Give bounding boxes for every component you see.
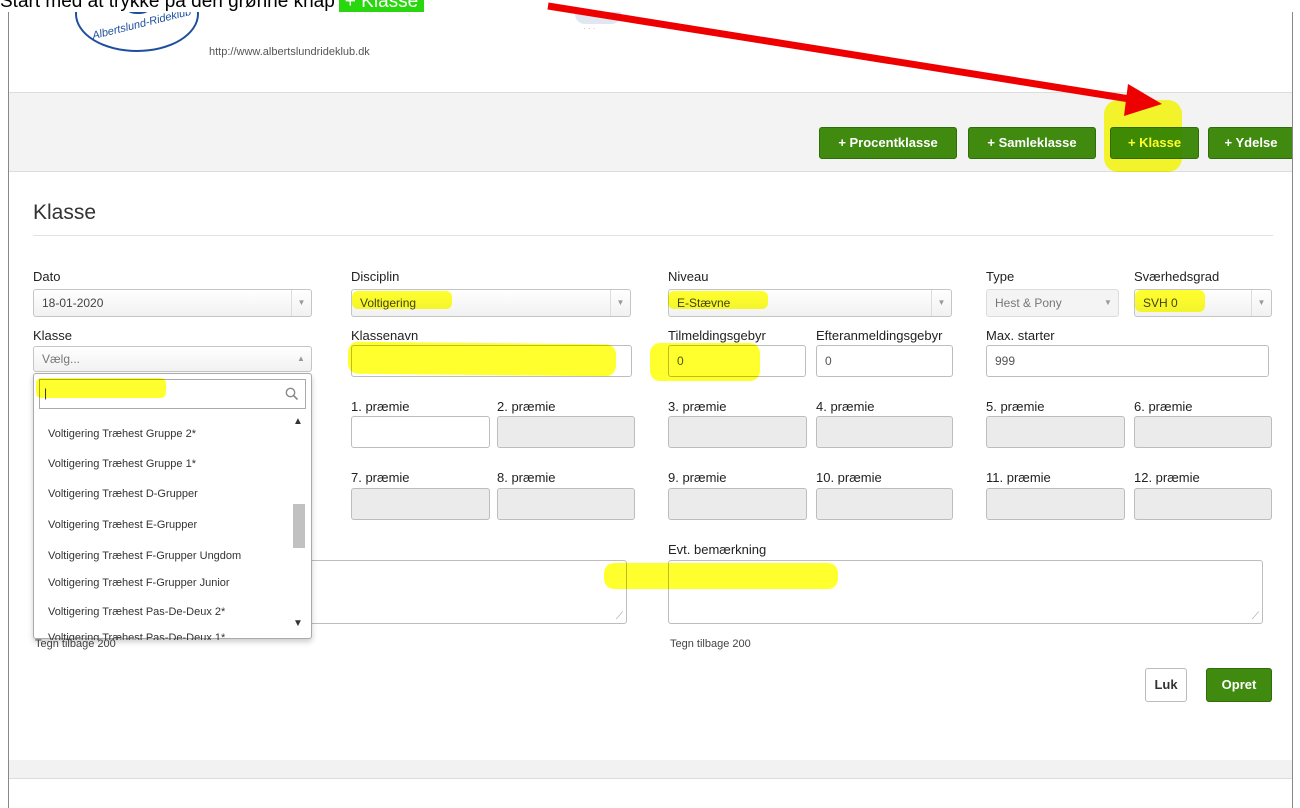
klasse-button[interactable]: + Klasse (1110, 127, 1199, 159)
praemie-11-input[interactable] (986, 488, 1125, 520)
type-label: Type (986, 269, 1015, 284)
tilmeldingsgebyr-label: Tilmeldingsgebyr (668, 328, 766, 343)
praemie-6-input[interactable] (1134, 416, 1272, 448)
scroll-up-icon[interactable]: ▲ (293, 416, 303, 427)
dato-select[interactable]: 18-01-2020 ▼ (33, 289, 312, 317)
dropdown-option[interactable]: Voltigering Træhest D-Grupper (48, 488, 198, 500)
praemie-12-label: 12. præmie (1134, 470, 1200, 485)
luk-button[interactable]: Luk (1145, 668, 1187, 702)
disciplin-value: Voltigering (360, 296, 417, 310)
dropdown-option[interactable]: Voltigering Træhest Gruppe 1* (48, 458, 196, 470)
title-divider (33, 235, 1273, 236)
max-starter-input[interactable]: 999 (986, 345, 1269, 377)
type-value: Hest & Pony (995, 296, 1062, 310)
disciplin-select[interactable]: Voltigering ▼ (351, 289, 631, 317)
resize-grip-icon: ⟋ (616, 611, 623, 622)
tegn-tilbage-right: Tegn tilbage 200 (670, 638, 751, 650)
header-badge (575, 12, 621, 24)
praemie-7-input[interactable] (351, 488, 490, 520)
search-cursor: | (44, 386, 48, 400)
efteranmeldingsgebyr-input[interactable]: 0 (816, 345, 953, 377)
praemie-4-label: 4. præmie (816, 399, 875, 414)
praemie-7-label: 7. præmie (351, 470, 410, 485)
tilmeldingsgebyr-input[interactable]: 0 (668, 345, 806, 377)
svaerhedsgrad-value: SVH 0 (1143, 296, 1178, 310)
samleklasse-button[interactable]: + Samleklasse (968, 127, 1096, 159)
klasse-placeholder: Vælg... (42, 352, 81, 366)
app-frame: Albertslund-Rideklub http://www.albertsl… (8, 12, 1293, 808)
dropdown-option[interactable]: Voltigering Træhest Pas-De-Deux 1* (48, 632, 225, 640)
klasse-dropdown: | Voltigering Træhest Gruppe 2* Voltiger… (33, 373, 312, 640)
dropdown-option[interactable]: Voltigering Træhest Pas-De-Deux 2* (48, 606, 225, 618)
klassenavn-label: Klassenavn (351, 328, 419, 343)
resize-grip-icon: ⟋ (1252, 611, 1259, 622)
page-title: Klasse (33, 201, 97, 224)
praemie-4-input[interactable] (816, 416, 953, 448)
praemie-8-input[interactable] (497, 488, 635, 520)
chevron-down-icon: ▼ (610, 290, 630, 316)
praemie-10-label: 10. præmie (816, 470, 882, 485)
klasse-label: Klasse (33, 328, 73, 343)
praemie-10-input[interactable] (816, 488, 953, 520)
footer-divider (9, 778, 1292, 779)
max-starter-label: Max. starter (986, 328, 1055, 343)
chevron-down-icon: ▼ (931, 290, 951, 316)
chevron-down-icon: ▼ (1251, 290, 1271, 316)
ydelse-button[interactable]: + Ydelse (1208, 127, 1292, 159)
search-icon (285, 387, 299, 401)
procentklasse-button[interactable]: + Procentklasse (819, 127, 957, 159)
dropdown-option[interactable]: Voltigering Træhest E-Grupper (48, 519, 197, 531)
praemie-8-label: 8. præmie (497, 470, 556, 485)
horse-icon (125, 12, 151, 14)
club-logo: Albertslund-Rideklub (75, 12, 199, 52)
scrollbar-thumb[interactable] (293, 504, 305, 548)
type-select[interactable]: Hest & Pony ▼ (986, 289, 1119, 317)
club-url[interactable]: http://www.albertslundrideklub.dk (209, 46, 370, 58)
niveau-value: E-Stævne (677, 296, 731, 310)
praemie-6-label: 6. præmie (1134, 399, 1193, 414)
praemie-1-input[interactable] (351, 416, 490, 448)
klasse-select[interactable]: Vælg... ▲ (33, 346, 312, 372)
disciplin-label: Disciplin (351, 269, 400, 284)
dropdown-option[interactable]: Voltigering Træhest F-Grupper Junior (48, 577, 230, 589)
chevron-up-icon: ▲ (297, 354, 305, 363)
toolbar (9, 92, 1292, 172)
praemie-3-input[interactable] (668, 416, 807, 448)
dato-label: Dato (33, 269, 61, 284)
dropdown-scrollbar[interactable]: ▲ ▼ (289, 414, 309, 636)
praemie-5-label: 5. præmie (986, 399, 1045, 414)
chevron-down-icon: ▼ (291, 290, 311, 316)
bemaerkning-textarea[interactable]: ⟋ (668, 560, 1263, 624)
logo-text: Albertslund-Rideklub (91, 12, 193, 43)
bemaerkning-label: Evt. bemærkning (668, 542, 767, 557)
svaerhedsgrad-label: Sværhedsgrad (1134, 269, 1220, 284)
klasse-search-input[interactable]: | (39, 379, 306, 409)
efteranmeldingsgebyr-label: Efteranmeldingsgebyr (816, 328, 943, 343)
scroll-down-icon[interactable]: ▼ (293, 618, 303, 629)
praemie-2-label: 2. præmie (497, 399, 556, 414)
praemie-2-input[interactable] (497, 416, 635, 448)
niveau-select[interactable]: E-Stævne ▼ (668, 289, 952, 317)
dropdown-option[interactable]: Voltigering Træhest F-Grupper Ungdom (48, 550, 241, 562)
dato-value: 18-01-2020 (42, 296, 104, 310)
footer-band (9, 760, 1292, 778)
niveau-label: Niveau (668, 269, 709, 284)
klassenavn-input[interactable] (351, 345, 632, 377)
header-badge-text: · · · (583, 24, 596, 33)
svaerhedsgrad-select[interactable]: SVH 0 ▼ (1134, 289, 1272, 317)
praemie-9-label: 9. præmie (668, 470, 727, 485)
praemie-9-input[interactable] (668, 488, 807, 520)
praemie-11-label: 11. præmie (986, 470, 1051, 485)
caption-text: Start med at trykke på den grønne knap (0, 0, 335, 12)
chevron-down-icon: ▼ (1104, 298, 1112, 307)
opret-button[interactable]: Opret (1206, 668, 1272, 702)
praemie-12-input[interactable] (1134, 488, 1272, 520)
praemie-5-input[interactable] (986, 416, 1125, 448)
dropdown-option[interactable]: Voltigering Træhest Gruppe 2* (48, 428, 196, 440)
praemie-1-label: 1. præmie (351, 399, 410, 414)
praemie-3-label: 3. præmie (668, 399, 727, 414)
